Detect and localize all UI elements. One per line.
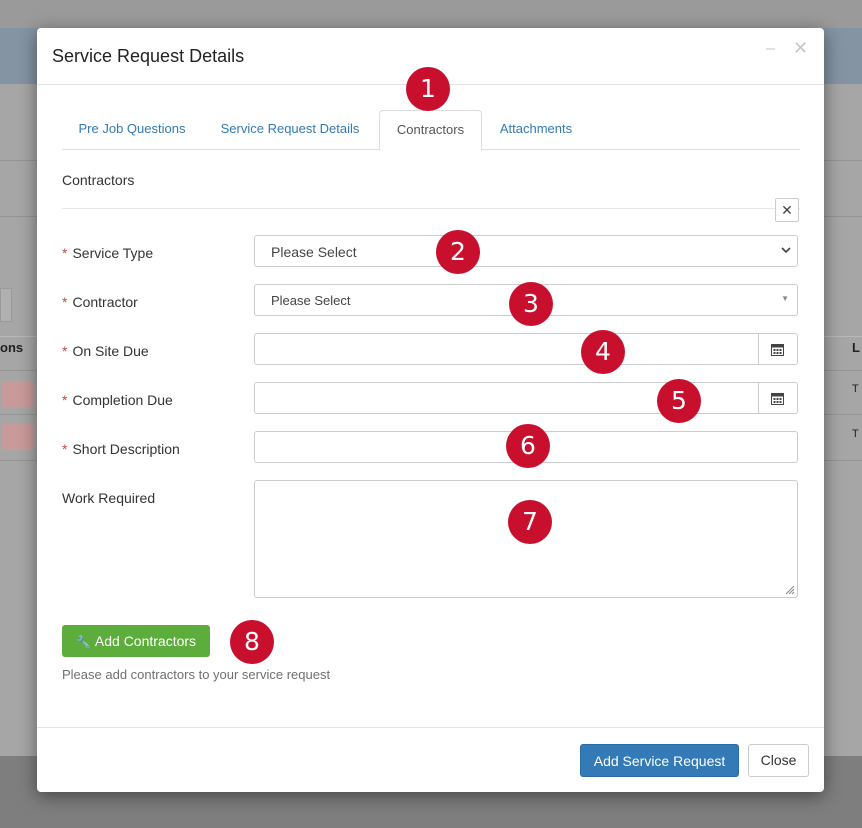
remove-contractor-button[interactable]: ✕ — [775, 198, 799, 222]
tab-contractors[interactable]: Contractors — [379, 110, 482, 151]
work-required-label: Work Required — [62, 490, 156, 506]
background-edit-button — [2, 424, 34, 450]
section-divider — [62, 208, 800, 209]
contractor-label-text: Contractor — [72, 294, 138, 310]
close-button[interactable]: Close — [748, 744, 809, 777]
minimize-icon[interactable]: – — [766, 40, 775, 58]
completion-due-input[interactable] — [254, 382, 798, 414]
background-cell: T — [852, 428, 859, 440]
background-edit-button — [2, 381, 34, 407]
wrench-icon: 🔧 — [75, 635, 91, 649]
contractor-label: * Contractor — [62, 294, 138, 310]
required-marker: * — [62, 392, 68, 408]
calendar-icon — [771, 344, 784, 356]
close-icon[interactable]: ✕ — [793, 38, 808, 59]
service-type-value: Please Select — [271, 244, 357, 260]
required-marker: * — [62, 294, 68, 310]
tab-service-request-details[interactable]: Service Request Details — [210, 110, 370, 148]
add-contractors-help: Please add contractors to your service r… — [62, 667, 331, 682]
add-contractors-button[interactable]: 🔧 Add Contractors — [62, 625, 210, 657]
footer-divider — [37, 727, 824, 728]
callout-marker-6: 6 — [506, 424, 550, 468]
calendar-icon — [771, 393, 784, 405]
short-description-label: * Short Description — [62, 441, 180, 457]
short-description-label-text: Short Description — [72, 441, 180, 457]
background-input — [0, 288, 12, 322]
on-site-due-label: * On Site Due — [62, 343, 149, 359]
completion-due-label-text: Completion Due — [72, 392, 173, 408]
background-column-header: L — [852, 340, 860, 355]
callout-marker-1: 1 — [406, 67, 450, 111]
service-type-select[interactable]: Please Select — [254, 235, 798, 267]
completion-due-calendar-button[interactable] — [758, 383, 797, 413]
tab-bar: Pre Job Questions Service Request Detail… — [62, 110, 800, 151]
add-service-request-button[interactable]: Add Service Request — [580, 744, 739, 777]
background-column-header: ons — [0, 340, 24, 355]
on-site-due-calendar-button[interactable] — [758, 334, 797, 364]
background-cell: T — [852, 383, 859, 395]
callout-marker-3: 3 — [509, 282, 553, 326]
service-type-label: * Service Type — [62, 245, 153, 261]
section-title: Contractors — [62, 172, 135, 188]
background-topbar — [0, 0, 862, 28]
on-site-due-input[interactable] — [254, 333, 798, 365]
callout-marker-8: 8 — [230, 620, 274, 664]
completion-due-label: * Completion Due — [62, 392, 173, 408]
required-marker: * — [62, 441, 68, 457]
tab-attachments[interactable]: Attachments — [486, 110, 586, 148]
required-marker: * — [62, 343, 68, 359]
callout-marker-7: 7 — [508, 500, 552, 544]
callout-marker-5: 5 — [657, 379, 701, 423]
modal-title: Service Request Details — [52, 46, 245, 66]
on-site-due-label-text: On Site Due — [72, 343, 149, 359]
tab-pre-job-questions[interactable]: Pre Job Questions — [62, 110, 202, 148]
contractor-value: Please Select — [271, 293, 351, 308]
service-request-modal: Service Request Details – ✕ Pre Job Ques… — [37, 28, 824, 792]
resize-grip-icon[interactable] — [783, 583, 795, 595]
required-marker: * — [62, 245, 68, 261]
callout-marker-2: 2 — [436, 230, 480, 274]
callout-marker-4: 4 — [581, 330, 625, 374]
chevron-down-icon — [781, 244, 791, 258]
add-contractors-label: Add Contractors — [94, 633, 197, 649]
caret-down-icon: ▼ — [781, 294, 789, 303]
service-type-label-text: Service Type — [72, 245, 154, 261]
